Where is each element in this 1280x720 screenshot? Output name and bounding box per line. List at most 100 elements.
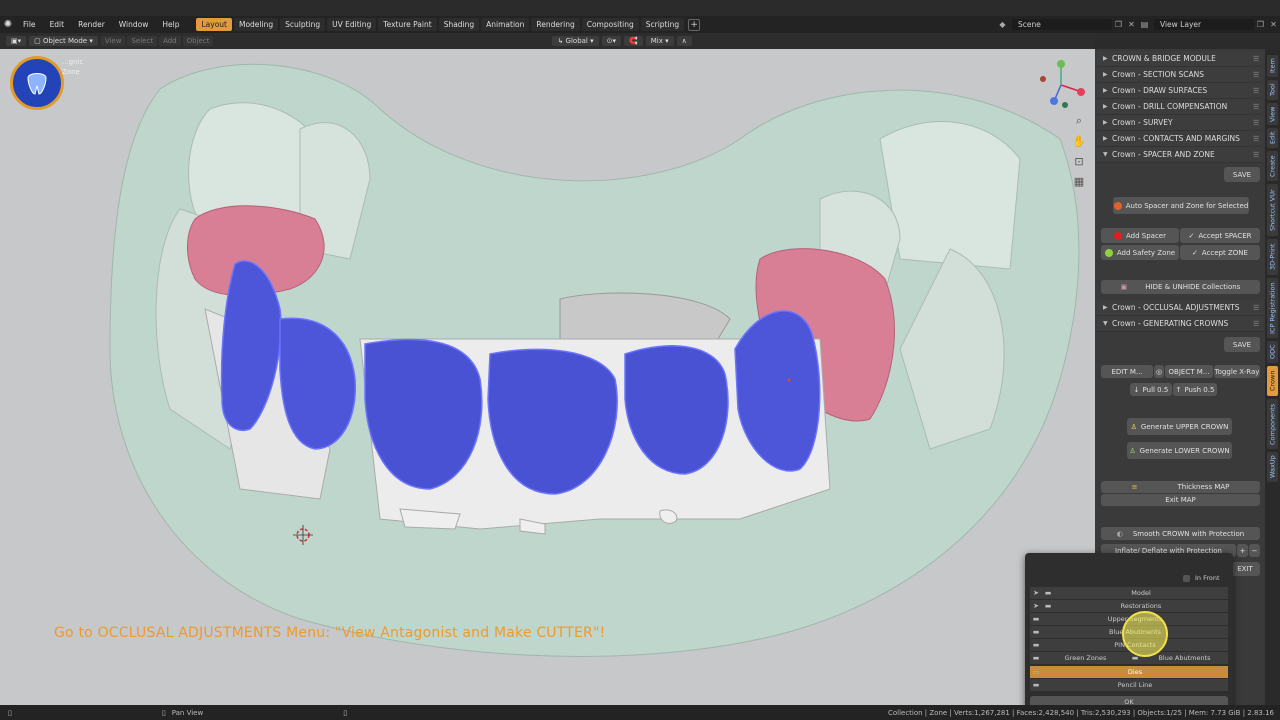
auto-spacer-button[interactable]: Auto Spacer and Zone for Selected [1113, 197, 1249, 214]
save-button-2[interactable]: SAVE [1224, 337, 1260, 352]
scene-icon[interactable]: ◆ [996, 18, 1009, 31]
smooth-crown-button[interactable]: ◐ Smooth CROWN with Protection [1101, 527, 1260, 540]
monitor-icon[interactable]: ▬ [1042, 602, 1054, 610]
in-front-toggle[interactable]: In Front [1183, 574, 1220, 582]
grid-view-icon[interactable]: ▦ [1071, 173, 1087, 189]
add-menu[interactable]: Add [159, 36, 181, 46]
editor-type-button[interactable]: ▣▾ [6, 36, 27, 46]
tab-layout[interactable]: Layout [196, 18, 232, 31]
panel-drill-compensation[interactable]: ▶ Crown - DRILL COMPENSATION ☰ [1097, 99, 1263, 115]
panel-generating-crowns[interactable]: ▼ Crown - GENERATING CROWNS ☰ [1097, 316, 1263, 332]
vtab-icp-registration[interactable]: ICP Registration [1267, 278, 1278, 338]
green-zones-label[interactable]: Green Zones [1042, 654, 1129, 662]
add-workspace-button[interactable]: + [688, 18, 701, 31]
tab-scripting[interactable]: Scripting [640, 18, 685, 31]
vtab-item[interactable]: Item [1267, 55, 1278, 77]
vtab-view[interactable]: View [1267, 103, 1278, 125]
zoom-icon[interactable]: ⌕ [1071, 113, 1087, 129]
xray-icon[interactable]: ◎ [1154, 365, 1164, 378]
panel-section-scans[interactable]: ▶ Crown - SECTION SCANS ☰ [1097, 67, 1263, 83]
menu-window[interactable]: Window [112, 20, 156, 29]
save-button[interactable]: SAVE [1224, 167, 1260, 182]
panel-contacts-margins[interactable]: ▶ Crown - CONTACTS AND MARGINS ☰ [1097, 131, 1263, 147]
monitor-icon[interactable]: ▬ [1030, 628, 1042, 636]
blue-abutments-label[interactable]: Blue Abutments [1141, 654, 1228, 662]
tab-uv-editing[interactable]: UV Editing [327, 18, 377, 31]
popup-row-dies[interactable]: ▭ Dies [1030, 666, 1228, 678]
snap-toggle[interactable]: 🧲 [624, 36, 643, 46]
generate-lower-crown-button[interactable]: ♙ Generate LOWER CROWN [1127, 442, 1232, 459]
menu-render[interactable]: Render [71, 20, 112, 29]
new-view-layer-icon[interactable]: ❐ [1254, 18, 1267, 31]
menu-file[interactable]: File [16, 20, 43, 29]
cursor-arrow-icon[interactable]: ➤ [1030, 589, 1042, 597]
object-mode-button[interactable]: OBJECT M... [1165, 365, 1213, 378]
mode-dropdown[interactable]: ▢ Object Mode ▾ [29, 36, 98, 46]
minus-icon[interactable]: − [1249, 544, 1260, 557]
popup-row-model[interactable]: ➤ ▬ Model [1030, 587, 1228, 599]
blender-logo-icon[interactable]: ✺ [0, 16, 16, 33]
vtab-create[interactable]: Create [1267, 151, 1278, 181]
tab-modeling[interactable]: Modeling [233, 18, 279, 31]
camera-icon[interactable]: ⊡ [1071, 153, 1087, 169]
vtab-components[interactable]: Components [1267, 399, 1278, 449]
view-menu[interactable]: View [100, 36, 126, 46]
add-spacer-button[interactable]: Add Spacer [1101, 228, 1179, 243]
drag-handle-icon[interactable]: ☰ [1253, 87, 1263, 95]
exit-button[interactable]: EXIT [1230, 562, 1260, 576]
scene-field[interactable]: Scene [1012, 19, 1112, 30]
falloff-button[interactable]: ∧ [676, 36, 692, 46]
tab-rendering[interactable]: Rendering [531, 18, 580, 31]
vtab-odc[interactable]: ODC [1267, 341, 1278, 363]
pull-button[interactable]: ↓ Pull 0.5 [1130, 383, 1172, 396]
edit-mode-button[interactable]: EDIT M... [1101, 365, 1153, 378]
cursor-arrow-icon[interactable]: ➤ [1030, 602, 1042, 610]
drag-handle-icon[interactable]: ☰ [1253, 55, 1263, 63]
popup-row-pencil-line[interactable]: ▬ Pencil Line [1030, 679, 1228, 691]
panel-survey[interactable]: ▶ Crown - SURVEY ☰ [1097, 115, 1263, 131]
vtab-crown[interactable]: Crown [1267, 366, 1278, 396]
vtab-shortcut[interactable]: Shortcut VUr [1267, 184, 1278, 236]
accept-spacer-button[interactable]: ✓ Accept SPACER [1180, 228, 1260, 243]
tab-texture-paint[interactable]: Texture Paint [378, 18, 437, 31]
vtab-tool[interactable]: Tool [1267, 80, 1278, 100]
new-scene-icon[interactable]: ❐ [1112, 18, 1125, 31]
monitor-icon[interactable]: ▬ [1030, 615, 1042, 623]
panel-draw-surfaces[interactable]: ▶ Crown - DRAW SURFACES ☰ [1097, 83, 1263, 99]
object-menu[interactable]: Object [182, 36, 214, 46]
monitor-icon[interactable]: ▬ [1030, 681, 1042, 689]
3d-viewport[interactable]: ...gnic Zone ⌕ ✋ ⊡ ▦ Go to OCCLUSAL ADJU… [0, 49, 1095, 705]
add-safety-zone-button[interactable]: Add Safety Zone [1101, 245, 1179, 260]
delete-scene-icon[interactable]: ✕ [1125, 18, 1138, 31]
toggle-xray-button[interactable]: Toggle X-Ray [1214, 365, 1260, 378]
drag-handle-icon[interactable]: ☰ [1253, 320, 1263, 328]
drag-handle-icon[interactable]: ☰ [1253, 151, 1263, 159]
dental-model-scene[interactable] [0, 49, 1095, 705]
tab-compositing[interactable]: Compositing [581, 18, 639, 31]
panel-occlusal-adjustments[interactable]: ▶ Crown - OCCLUSAL ADJUSTMENTS ☰ [1097, 300, 1263, 316]
drag-handle-icon[interactable]: ☰ [1253, 103, 1263, 111]
vtab-waxup[interactable]: WaxUp [1267, 452, 1278, 482]
in-front-checkbox[interactable] [1183, 574, 1190, 582]
drag-handle-icon[interactable]: ☰ [1253, 135, 1263, 143]
pivot-dropdown[interactable]: ⊙▾ [601, 36, 622, 46]
view-layer-field[interactable]: View Layer [1154, 19, 1254, 30]
generate-upper-crown-button[interactable]: ♙ Generate UPPER CROWN [1127, 418, 1232, 435]
select-menu[interactable]: Select [127, 36, 158, 46]
orientation-dropdown[interactable]: ↳ Global ▾ [552, 36, 599, 46]
delete-view-layer-icon[interactable]: ✕ [1267, 18, 1280, 31]
vtab-3d-print[interactable]: 3D-Print [1267, 239, 1278, 275]
drag-handle-icon[interactable]: ☰ [1253, 119, 1263, 127]
accept-zone-button[interactable]: ✓ Accept ZONE [1180, 245, 1260, 260]
pan-hand-icon[interactable]: ✋ [1071, 133, 1087, 149]
view-layer-icon[interactable]: ▤ [1138, 18, 1151, 31]
monitor-icon[interactable]: ▬ [1030, 641, 1042, 649]
exit-map-button[interactable]: Exit MAP [1101, 494, 1260, 506]
tab-sculpting[interactable]: Sculpting [280, 18, 326, 31]
monitor-icon[interactable]: ▬ [1042, 589, 1054, 597]
menu-edit[interactable]: Edit [43, 20, 72, 29]
hide-unhide-button[interactable]: ▣ HIDE & UNHIDE Collections [1101, 280, 1260, 294]
panel-spacer-and-zone[interactable]: ▼ Crown - SPACER AND ZONE ☰ [1097, 147, 1263, 163]
monitor-icon[interactable]: ▬ [1030, 654, 1042, 662]
thickness-map-button[interactable]: ≡ Thickness MAP [1101, 481, 1260, 493]
